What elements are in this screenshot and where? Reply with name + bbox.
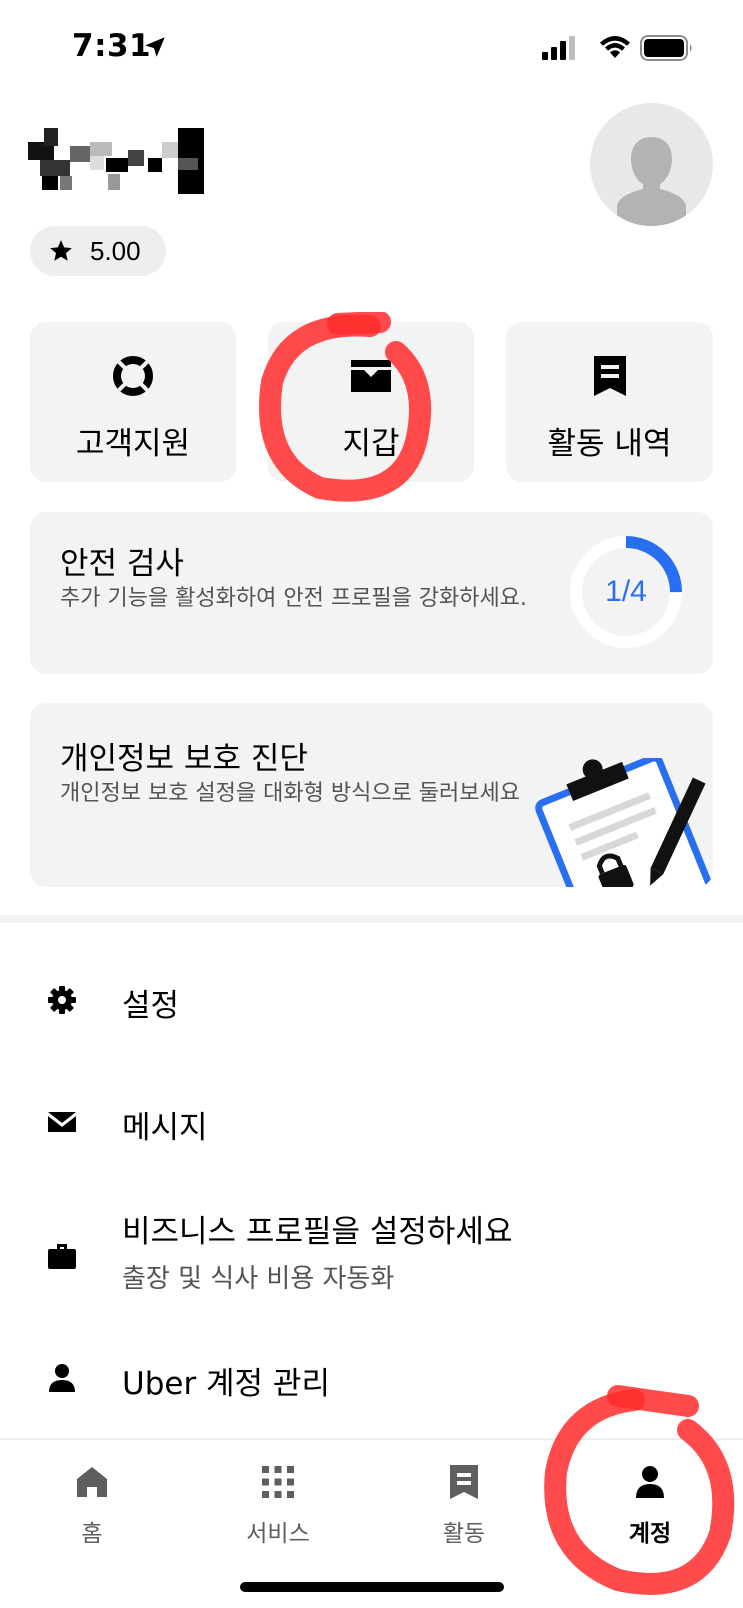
profile-name-redacted: [28, 128, 204, 194]
section-divider: [0, 915, 743, 923]
menu-item-manage-account-label: Uber 계정 관리: [122, 1366, 330, 1402]
menu-item-business-title: 비즈니스 프로필을 설정하세요: [122, 1214, 513, 1250]
gear-icon: [48, 986, 76, 1014]
safety-progress-label: 1/4: [605, 575, 647, 608]
person-silhouette-icon: [617, 137, 686, 226]
menu-item-settings[interactable]: 설정: [0, 960, 743, 1040]
receipt-icon: [450, 1465, 478, 1499]
mail-icon: [48, 1112, 76, 1132]
home-icon: [77, 1467, 107, 1497]
signal-icon: [542, 36, 575, 60]
safety-check-title: 안전 검사: [60, 546, 184, 582]
receipt-icon: [593, 356, 626, 396]
avatar[interactable]: [590, 103, 713, 226]
tile-wallet-label: 지갑: [342, 426, 400, 462]
tab-activity-label: 활동: [442, 1521, 486, 1547]
home-indicator: [240, 1582, 504, 1592]
location-arrow-icon: [145, 37, 165, 57]
menu-item-manage-account[interactable]: Uber 계정 관리: [0, 1340, 743, 1420]
tile-support-label: 고객지원: [75, 426, 191, 462]
rating-value: 5.00: [90, 235, 141, 266]
safety-check-card[interactable]: 안전 검사 추가 기능을 활성화하여 안전 프로필을 강화하세요. 1/4: [30, 512, 713, 674]
tab-home-label: 홈: [81, 1521, 103, 1547]
tab-account-label: 계정: [628, 1521, 672, 1547]
menu-item-settings-label: 설정: [122, 988, 180, 1024]
battery-icon: [640, 35, 692, 61]
privacy-checkup-description: 개인정보 보호 설정을 대화형 방식으로 둘러보세요: [60, 781, 521, 806]
tab-services-label: 서비스: [246, 1521, 310, 1547]
tab-activity[interactable]: 활동: [399, 1462, 529, 1548]
wifi-icon: [600, 36, 630, 58]
tile-activity[interactable]: 활동 내역: [506, 322, 713, 482]
privacy-checkup-card[interactable]: 개인정보 보호 진단 개인정보 보호 설정을 대화형 방식으로 둘러보세요: [30, 703, 713, 887]
menu-item-messages-label: 메시지: [122, 1110, 208, 1146]
star-icon: [50, 240, 72, 261]
status-time: 7:31: [72, 28, 152, 64]
tab-home[interactable]: 홈: [27, 1462, 157, 1548]
briefcase-icon: [48, 1244, 76, 1269]
safety-check-description: 추가 기능을 활성화하여 안전 프로필을 강화하세요.: [60, 586, 528, 611]
tile-activity-label: 활동 내역: [547, 426, 672, 462]
menu-item-business-subtitle: 출장 및 식사 비용 자동화: [122, 1264, 395, 1294]
status-bar: 7:31: [0, 0, 743, 100]
tile-support[interactable]: 고객지원: [30, 322, 236, 482]
wallet-icon: [351, 360, 391, 392]
privacy-checkup-title: 개인정보 보호 진단: [60, 741, 308, 777]
rating-badge: 5.00: [30, 226, 166, 276]
person-icon: [49, 1364, 75, 1392]
person-icon: [636, 1466, 664, 1498]
grid-icon: [262, 1466, 294, 1498]
lifebuoy-icon: [113, 356, 153, 396]
tab-account[interactable]: 계정: [585, 1462, 715, 1548]
tile-wallet[interactable]: 지갑: [268, 322, 474, 482]
tab-services[interactable]: 서비스: [213, 1462, 343, 1548]
menu-item-business-profile[interactable]: 비즈니스 프로필을 설정하세요 출장 및 식사 비용 자동화: [0, 1200, 743, 1320]
clipboard-lock-illustration: [535, 758, 713, 887]
menu-item-messages[interactable]: 메시지: [0, 1082, 743, 1162]
